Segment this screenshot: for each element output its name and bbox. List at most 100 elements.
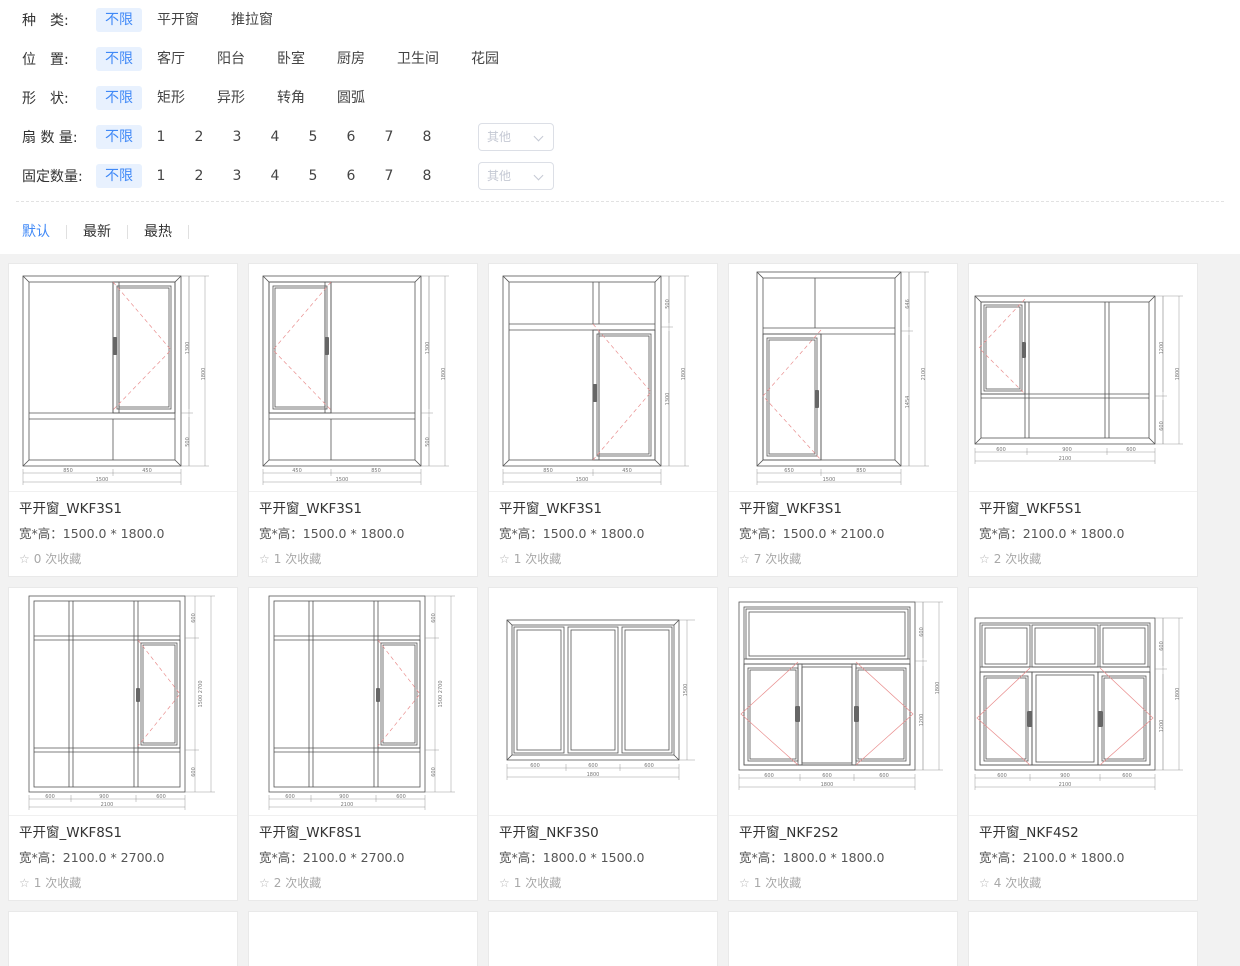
window-card[interactable]: 500 1800 1300 850 450 1500 平开窗_WKF3S1 宽*… xyxy=(488,263,718,577)
filter-option-shape-1[interactable]: 矩形 xyxy=(148,86,194,110)
filter-option-sash-4[interactable]: 4 xyxy=(262,125,288,149)
filter-option-sash-5[interactable]: 5 xyxy=(300,125,326,149)
filter-option-location-0[interactable]: 不限 xyxy=(96,46,142,71)
card-title: 平开窗_WKF8S1 xyxy=(19,825,122,841)
card-title: 平开窗_NKF2S2 xyxy=(739,825,839,841)
window-card[interactable]: 1300 1800 500 850 450 1500 平开窗_WKF3S1 宽*… xyxy=(8,263,238,577)
fixed-count-other-label: 其他 xyxy=(487,169,512,183)
filter-option-fixed-3[interactable]: 3 xyxy=(224,164,250,188)
window-drawing-thumbnail[interactable]: 1300 1800 500 850 450 1500 xyxy=(9,264,237,492)
filter-option-fixed-1[interactable]: 1 xyxy=(148,164,174,188)
filter-option-shape-0[interactable]: 不限 xyxy=(96,85,142,110)
sort-item-default[interactable]: 默认 xyxy=(22,225,67,239)
window-drawing-thumbnail[interactable] xyxy=(729,912,957,966)
window-drawing-thumbnail[interactable]: 1200 1800 600 600 900 600 2100 xyxy=(969,264,1197,492)
filter-option-fixed-2[interactable]: 2 xyxy=(186,164,212,188)
filter-option-location-4[interactable]: 厨房 xyxy=(328,47,374,71)
window-card-grid: 1300 1800 500 850 450 1500 平开窗_WKF3S1 宽*… xyxy=(0,254,1240,966)
window-card[interactable]: 600 1500 2700 600 600 900 600 2100 平开窗_W… xyxy=(8,587,238,901)
filter-option-location-3[interactable]: 卧室 xyxy=(268,47,314,71)
window-card[interactable]: 600 1800 1200 600 600 600 1800 平开窗_NKF2S… xyxy=(728,587,958,901)
card-title: 平开窗_WKF3S1 xyxy=(739,501,842,517)
svg-text:1800: 1800 xyxy=(821,782,834,788)
filter-option-fixed-5[interactable]: 5 xyxy=(300,164,326,188)
star-icon: ☆ xyxy=(259,876,270,890)
filter-option-location-6[interactable]: 花园 xyxy=(462,47,508,71)
filter-option-fixed-6[interactable]: 6 xyxy=(338,164,364,188)
svg-text:600: 600 xyxy=(1159,641,1165,651)
filter-option-fixed-7[interactable]: 7 xyxy=(376,164,402,188)
filter-option-sash-7[interactable]: 7 xyxy=(376,125,402,149)
filter-option-category-1[interactable]: 平开窗 xyxy=(148,8,208,32)
window-card[interactable]: 1200 1800 600 600 900 600 2100 平开窗_WKF5S… xyxy=(968,263,1198,577)
card-favorites-text: 1 次收藏 xyxy=(33,876,82,890)
sash-count-other-select[interactable]: 其他 xyxy=(478,122,554,151)
filter-option-sash-6[interactable]: 6 xyxy=(338,125,364,149)
window-drawing-thumbnail[interactable]: 1300 1800 500 450 850 1500 xyxy=(249,264,477,492)
filter-option-location-5[interactable]: 卫生间 xyxy=(388,47,448,71)
star-icon: ☆ xyxy=(499,552,510,566)
filter-option-location-2[interactable]: 阳台 xyxy=(208,47,254,71)
filter-option-shape-2[interactable]: 异形 xyxy=(208,86,254,110)
window-drawing-thumbnail[interactable]: 600 1800 1200 600 900 600 2100 xyxy=(969,588,1197,816)
svg-text:1500: 1500 xyxy=(96,477,109,483)
window-card[interactable]: 600 1500 2700 600 600 900 600 2100 平开窗_W… xyxy=(248,587,478,901)
filter-option-sash-0[interactable]: 不限 xyxy=(96,124,142,149)
card-favorites: ☆ 0 次收藏 xyxy=(19,552,227,566)
window-card[interactable] xyxy=(248,911,478,966)
sort-item-hottest[interactable]: 最热 xyxy=(128,225,189,239)
chevron-down-icon xyxy=(535,132,545,142)
window-drawing-thumbnail[interactable]: 600 1500 2700 600 600 900 600 2100 xyxy=(9,588,237,816)
window-drawing-thumbnail[interactable] xyxy=(9,912,237,966)
card-favorites: ☆ 4 次收藏 xyxy=(979,876,1187,890)
card-title: 平开窗_WKF3S1 xyxy=(259,501,362,517)
filter-option-shape-4[interactable]: 圆弧 xyxy=(328,86,374,110)
svg-text:1800: 1800 xyxy=(587,772,600,778)
fixed-count-other-select[interactable]: 其他 xyxy=(478,161,554,190)
card-favorites-text: 1 次收藏 xyxy=(513,876,562,890)
svg-text:1200: 1200 xyxy=(1159,720,1165,733)
card-body: 平开窗_NKF2S2 宽*高：1800.0 * 1800.0 ☆ 1 次收藏 xyxy=(729,816,957,900)
svg-text:600: 600 xyxy=(1159,421,1165,431)
card-size: 宽*高：1500.0 * 1800.0 xyxy=(499,526,645,541)
window-drawing-thumbnail[interactable]: 600 1500 2700 600 600 900 600 2100 xyxy=(249,588,477,816)
window-card[interactable]: 1500 600 600 600 1800 平开窗_NKF3S0 宽*高：180… xyxy=(488,587,718,901)
window-drawing-thumbnail[interactable]: 646 2100 1454 650 850 1500 xyxy=(729,264,957,492)
window-drawing-thumbnail[interactable] xyxy=(489,912,717,966)
window-card[interactable]: 1300 1800 500 450 850 1500 平开窗_WKF3S1 宽*… xyxy=(248,263,478,577)
window-drawing-thumbnail[interactable] xyxy=(249,912,477,966)
window-drawing-thumbnail[interactable] xyxy=(969,912,1197,966)
window-drawing-thumbnail[interactable]: 1500 600 600 600 1800 xyxy=(489,588,717,816)
card-size: 宽*高：1500.0 * 2100.0 xyxy=(739,526,885,541)
svg-text:2100: 2100 xyxy=(101,802,114,808)
filter-option-sash-2[interactable]: 2 xyxy=(186,125,212,149)
window-card[interactable] xyxy=(968,911,1198,966)
window-card[interactable] xyxy=(8,911,238,966)
filter-option-fixed-4[interactable]: 4 xyxy=(262,164,288,188)
svg-text:600: 600 xyxy=(1122,773,1132,779)
window-drawing-thumbnail[interactable]: 600 1800 1200 600 600 600 1800 xyxy=(729,588,957,816)
filter-option-location-1[interactable]: 客厅 xyxy=(148,47,194,71)
card-favorites-text: 7 次收藏 xyxy=(753,552,802,566)
filter-option-sash-3[interactable]: 3 xyxy=(224,125,250,149)
filter-option-sash-8[interactable]: 8 xyxy=(414,125,440,149)
filter-option-category-2[interactable]: 推拉窗 xyxy=(222,8,282,32)
sort-item-newest[interactable]: 最新 xyxy=(67,225,128,239)
star-icon: ☆ xyxy=(19,876,30,890)
svg-text:1800: 1800 xyxy=(935,682,941,695)
filter-option-sash-1[interactable]: 1 xyxy=(148,125,174,149)
svg-text:500: 500 xyxy=(665,299,671,309)
svg-text:600: 600 xyxy=(45,794,55,800)
svg-text:600: 600 xyxy=(285,794,295,800)
window-drawing-thumbnail[interactable]: 500 1800 1300 850 450 1500 xyxy=(489,264,717,492)
window-card[interactable]: 646 2100 1454 650 850 1500 平开窗_WKF3S1 宽*… xyxy=(728,263,958,577)
filter-option-fixed-0[interactable]: 不限 xyxy=(96,163,142,188)
filter-option-category-0[interactable]: 不限 xyxy=(96,7,142,32)
filter-option-shape-3[interactable]: 转角 xyxy=(268,86,314,110)
filter-option-fixed-8[interactable]: 8 xyxy=(414,164,440,188)
svg-text:450: 450 xyxy=(142,468,152,474)
svg-text:450: 450 xyxy=(622,468,632,474)
window-card[interactable] xyxy=(488,911,718,966)
window-card[interactable]: 600 1800 1200 600 900 600 2100 平开窗_NKF4S… xyxy=(968,587,1198,901)
window-card[interactable] xyxy=(728,911,958,966)
